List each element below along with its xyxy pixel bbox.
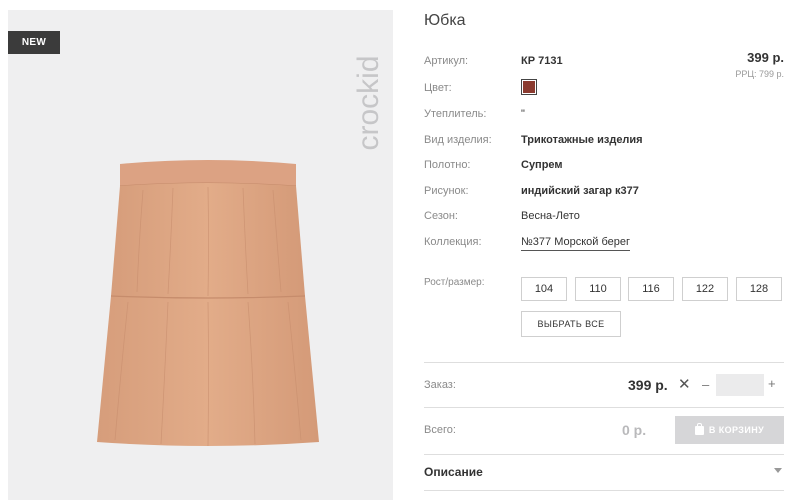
description-toggle[interactable]: Описание (424, 465, 483, 479)
article-label: Артикул: (424, 55, 469, 67)
pattern-value: индийский загар к377 (521, 185, 639, 197)
insulation-label: Утеплитель: (424, 108, 487, 120)
size-option-116[interactable]: 116 (628, 277, 674, 301)
season-label: Сезон: (424, 210, 458, 222)
divider (424, 362, 784, 363)
divider (424, 490, 784, 491)
brand-logo-text: crockid (352, 55, 385, 151)
quantity-input[interactable] (716, 374, 764, 396)
times-icon: ✕ (678, 376, 691, 393)
size-option-110[interactable]: 110 (575, 277, 621, 301)
size-option-122[interactable]: 122 (682, 277, 728, 301)
plus-icon[interactable]: + (768, 376, 776, 391)
color-swatch-fill (523, 81, 535, 93)
type-value: Трикотажные изделия (521, 134, 643, 146)
total-label: Всего: (424, 424, 456, 436)
size-option-104[interactable]: 104 (521, 277, 567, 301)
brand-logo: crockid (351, 32, 387, 174)
article-value: КР 7131 (521, 55, 563, 67)
new-badge: NEW (8, 31, 60, 54)
divider (424, 454, 784, 455)
fabric-label: Полотно: (424, 159, 471, 171)
collection-link[interactable]: №377 Морской берег (521, 236, 631, 251)
color-label: Цвет: (424, 82, 452, 94)
product-price: 399 р. (747, 50, 784, 65)
collection-label: Коллекция: (424, 236, 482, 248)
insulation-value: " (521, 108, 525, 120)
select-all-button[interactable]: ВЫБРАТЬ ВСЕ (521, 311, 621, 337)
collection-value: №377 Морской берег (521, 236, 631, 251)
product-rrp: РРЦ: 799 р. (735, 69, 784, 79)
add-to-cart-button[interactable]: В КОРЗИНУ (675, 416, 784, 444)
chevron-down-icon[interactable] (774, 468, 782, 473)
shopping-bag-icon (694, 422, 704, 435)
product-photo[interactable]: NEW crockid (8, 10, 393, 500)
product-title: Юбка (424, 12, 466, 29)
size-option-128[interactable]: 128 (736, 277, 782, 301)
order-price: 399 р. (628, 377, 668, 393)
skirt-image (97, 160, 319, 447)
minus-icon[interactable]: – (702, 377, 709, 392)
pattern-label: Рисунок: (424, 185, 469, 197)
add-to-cart-label: В КОРЗИНУ (708, 425, 765, 435)
fabric-value: Супрем (521, 159, 563, 171)
color-swatch[interactable] (521, 79, 537, 95)
order-label: Заказ: (424, 379, 456, 391)
type-label: Вид изделия: (424, 134, 492, 146)
total-value: 0 р. (622, 422, 647, 438)
divider (424, 407, 784, 408)
sizes-label: Рост/размер: (424, 277, 485, 288)
season-value: Весна-Лето (521, 210, 580, 222)
